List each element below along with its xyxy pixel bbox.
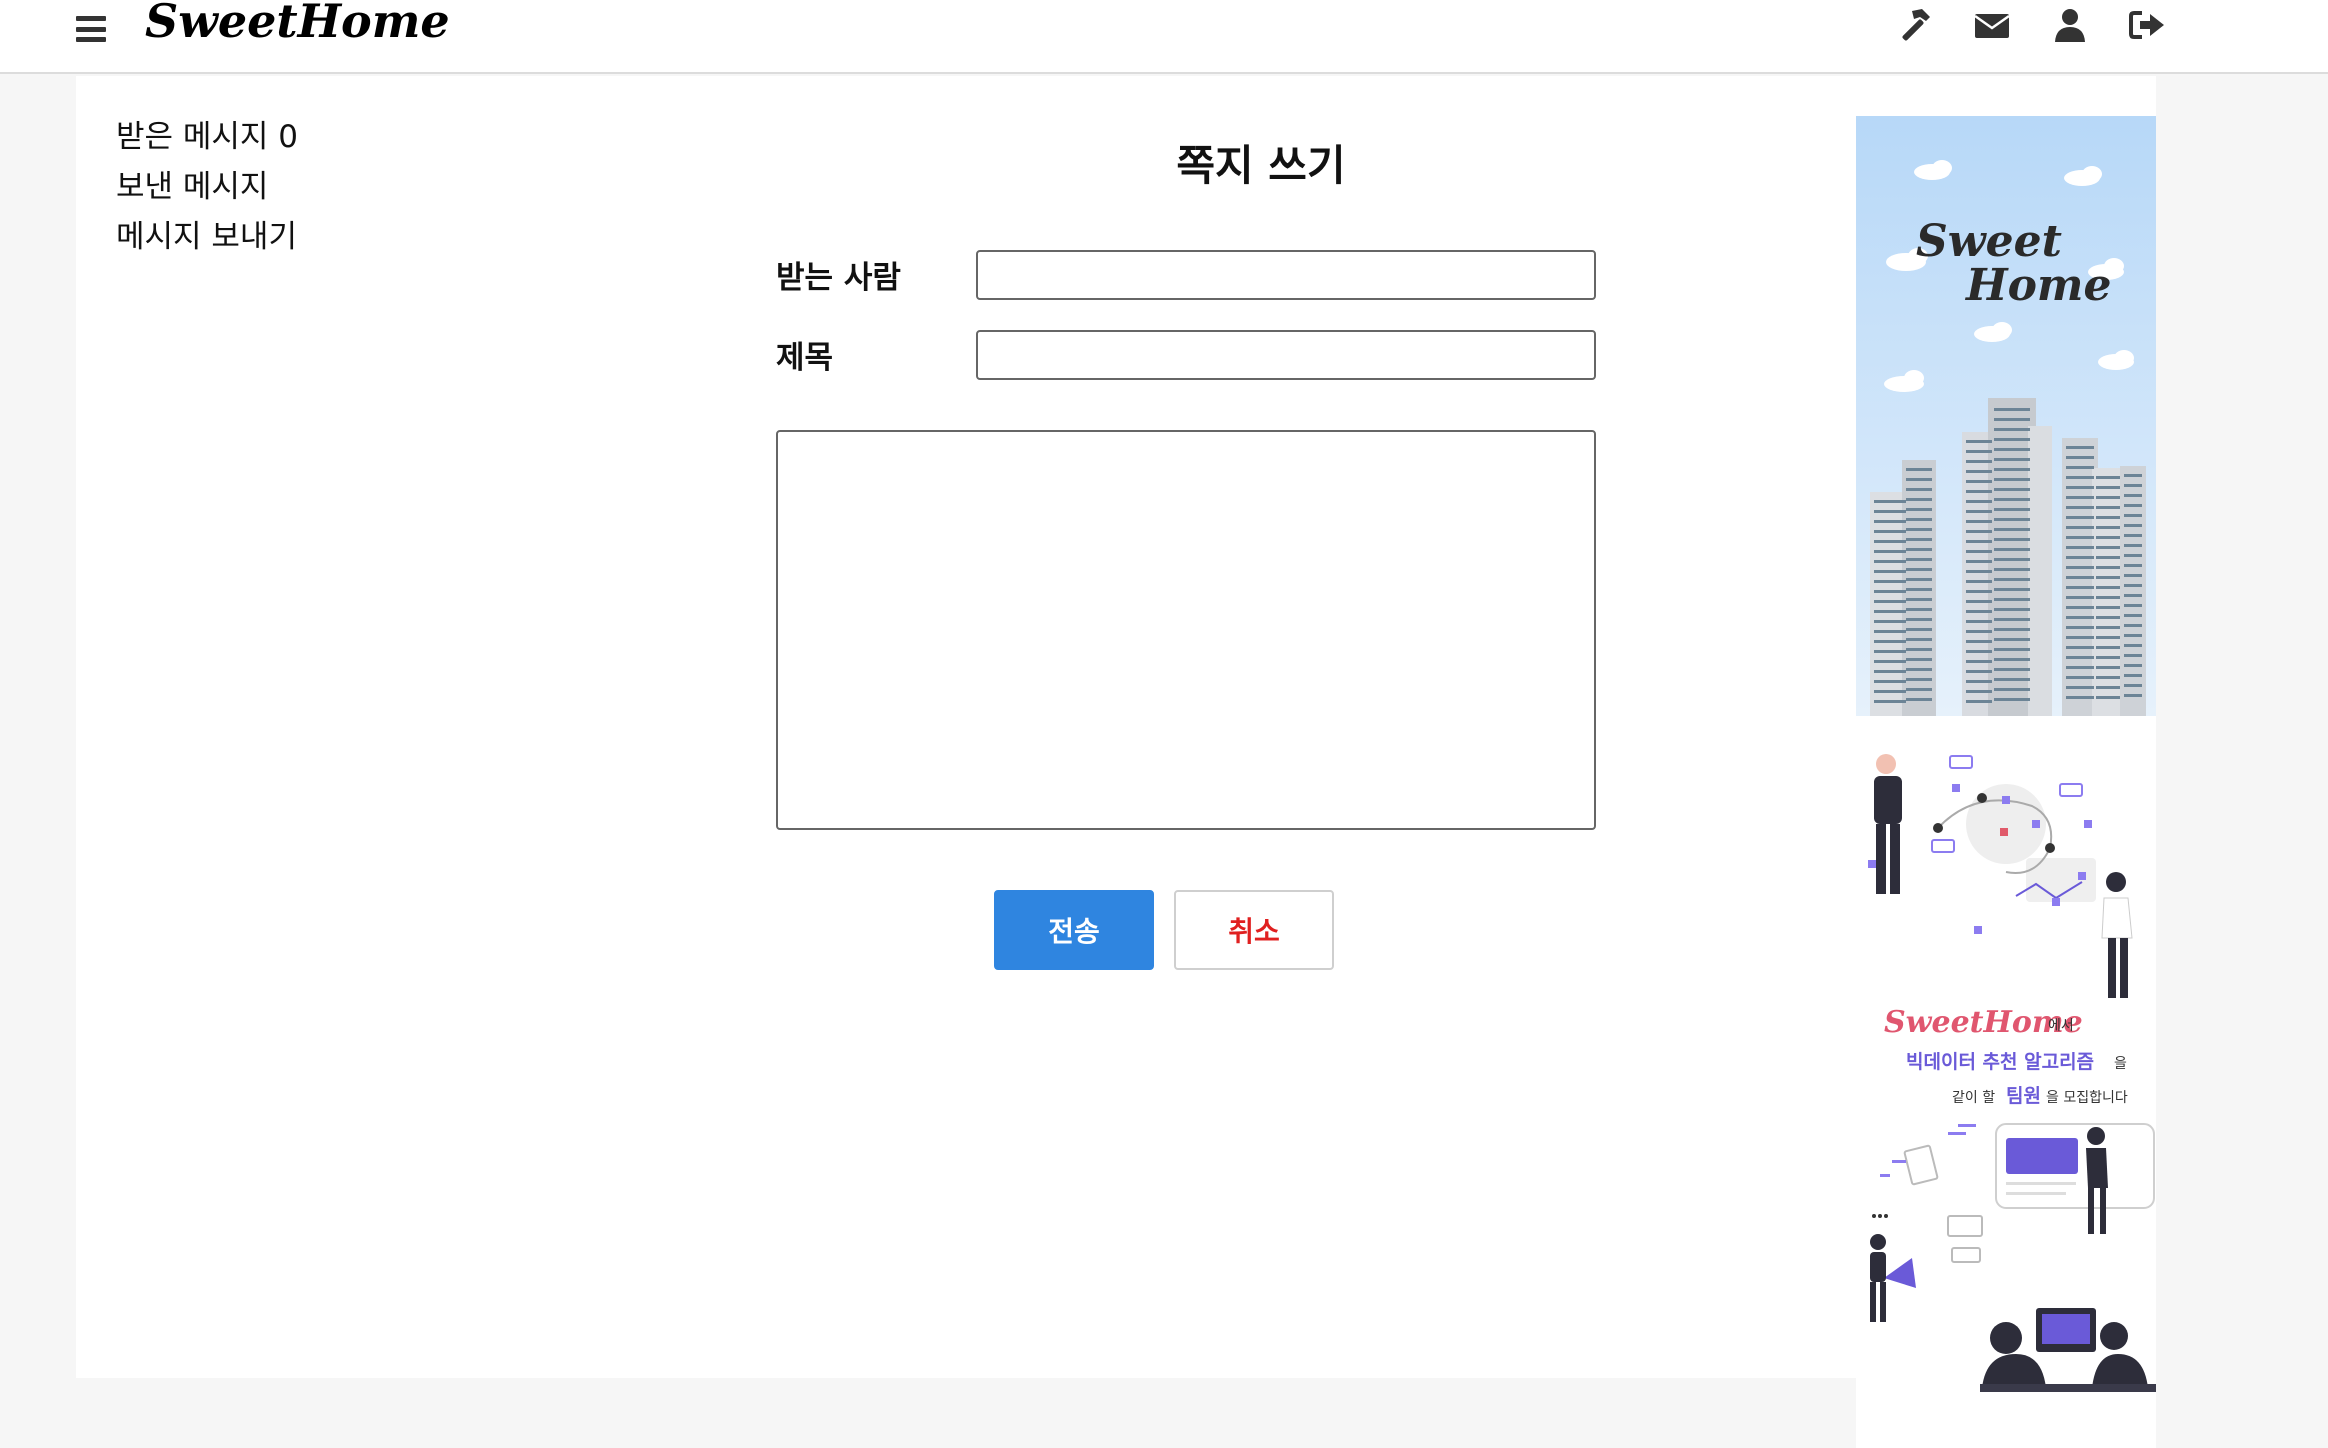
app-logo[interactable]: SweetHome [145,0,450,48]
ad2-line3-suffix: 을 모집합니다 [2046,1090,2128,1106]
hammer-icon[interactable] [1892,4,1936,46]
ad2-brand-suffix: 에서 [2048,1018,2074,1034]
user-icon[interactable] [2048,4,2092,46]
subject-input[interactable] [976,330,1596,380]
buildings-illustration: Sweet Home [1856,116,2156,716]
ad-banner-recruit[interactable]: SweetHome 에서 빅데이터 추천 알고리즘 을 같이 할 팀원 을 모집… [1856,748,2156,1448]
ad2-line2-highlight: 빅데이터 추천 알고리즘 [1906,1051,2094,1073]
recruit-illustration: SweetHome 에서 빅데이터 추천 알고리즘 을 같이 할 팀원 을 모집… [1868,754,2156,1392]
recipient-label: 받는 사람 [776,260,901,296]
recipient-input[interactable] [976,250,1596,300]
sidebar-item-compose[interactable]: 메시지 보내기 [116,212,298,262]
ad-banner-buildings[interactable]: Sweet Home [1856,116,2156,716]
message-body-textarea[interactable] [776,430,1596,830]
cancel-button[interactable]: 취소 [1174,890,1334,970]
sidebar-item-received[interactable]: 받은 메시지 0 [116,112,298,162]
top-navbar: SweetHome [0,0,2328,74]
page-title: 쪽지 쓰기 [1176,141,1346,190]
ad2-line3-prefix: 같이 할 [1952,1090,1995,1106]
top-icon-group [1892,4,2170,46]
sign-out-icon[interactable] [2126,4,2170,46]
envelope-icon[interactable] [1970,4,2014,46]
ad2-line2-suffix: 을 [2114,1056,2127,1072]
subject-label: 제목 [776,340,834,376]
main-content: 받은 메시지 0 보낸 메시지 메시지 보내기 쪽지 쓰기 받는 사람 제목 전… [76,76,2156,1448]
ad2-line3-highlight: 팀원 [2006,1085,2041,1107]
send-button[interactable]: 전송 [994,890,1154,970]
ad-banner-line2: Home [1964,260,2111,311]
sidebar-item-sent[interactable]: 보낸 메시지 [116,162,298,212]
message-sidebar: 받은 메시지 0 보낸 메시지 메시지 보내기 [116,112,298,262]
menu-icon[interactable] [76,16,106,42]
